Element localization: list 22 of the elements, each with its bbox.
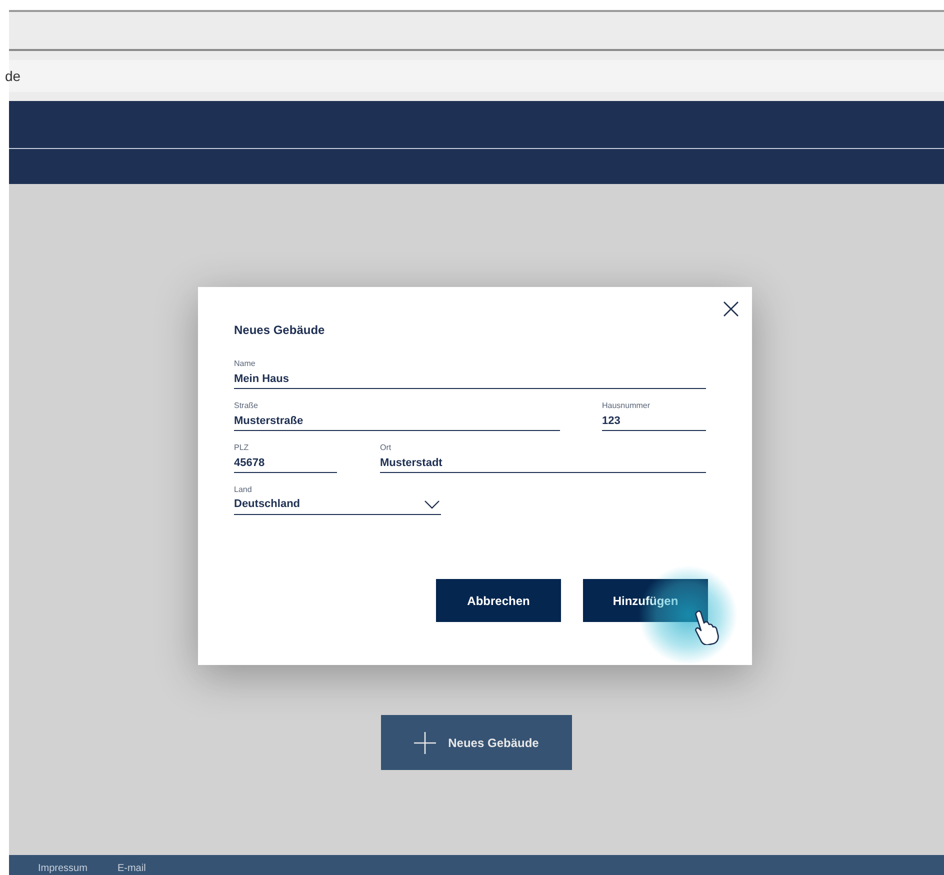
- field-label: Name: [234, 359, 256, 369]
- close-button[interactable]: [722, 300, 740, 318]
- footer-link[interactable]: Impressum: [38, 863, 88, 875]
- field-label: Hausnummer: [602, 401, 652, 411]
- chevron-down-icon: [424, 500, 440, 509]
- field-label: PLZ: [234, 443, 250, 453]
- country-select[interactable]: Deutschland: [234, 495, 441, 515]
- input-field[interactable]: Musterstraße: [234, 411, 560, 431]
- dialog-title: Neues Gebäude: [234, 323, 326, 337]
- field-label: Land: [234, 485, 253, 495]
- new-building-button[interactable]: Neues Gebäude: [381, 715, 572, 770]
- input-field[interactable]: Mein Haus: [234, 369, 706, 389]
- field-label: Ort: [380, 443, 392, 453]
- field-label: Straße: [234, 401, 260, 411]
- footer-link[interactable]: E-mail: [117, 863, 146, 875]
- input-field[interactable]: 45678: [234, 453, 337, 473]
- plus-icon: [414, 732, 436, 754]
- input-field[interactable]: 123: [602, 411, 706, 431]
- close-icon: [722, 300, 740, 318]
- add-button[interactable]: Hinzufügen: [583, 579, 708, 622]
- cancel-button[interactable]: Abbrechen: [436, 579, 561, 622]
- input-field[interactable]: Musterstadt: [380, 453, 706, 473]
